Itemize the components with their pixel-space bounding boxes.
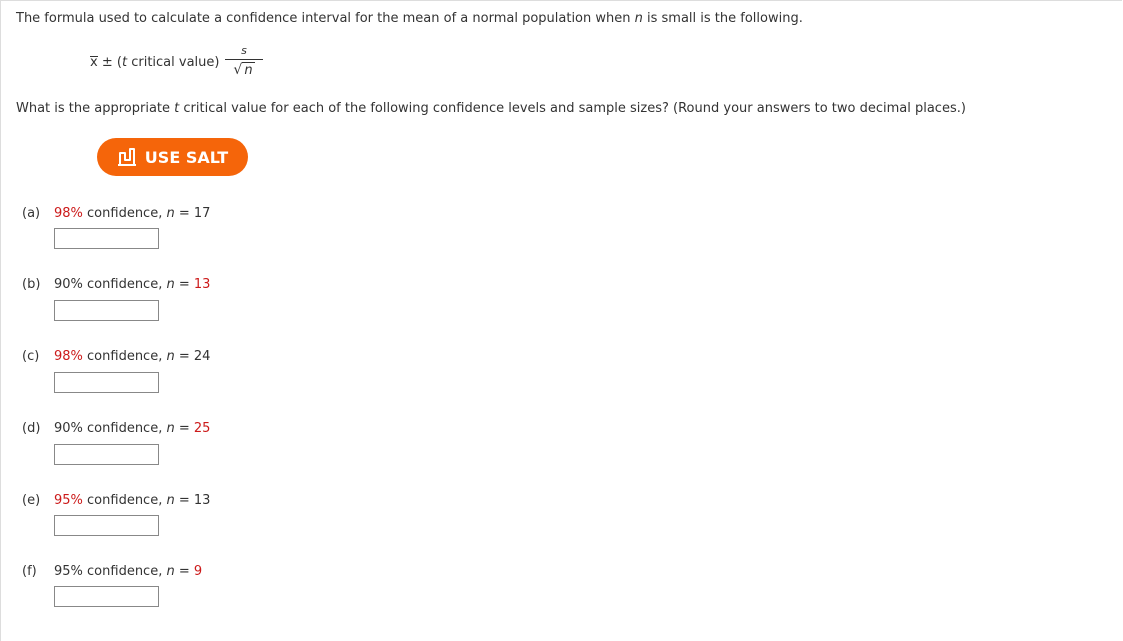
confidence-level: 98% (54, 349, 83, 364)
sample-size-value: 25 (193, 421, 211, 436)
answer-input[interactable] (54, 444, 159, 465)
sqrt-symbol: √ (233, 62, 243, 78)
part-letter: (d) (22, 421, 41, 436)
question-post: critical value for each of the following… (179, 101, 966, 116)
equals-sign: = (174, 564, 194, 579)
sample-size-value: 13 (193, 277, 211, 292)
sample-size-var: n (166, 493, 175, 508)
sample-size-var: n (166, 206, 175, 221)
use-salt-button[interactable]: USE SALT (97, 138, 248, 176)
xbar-symbol: x (90, 55, 98, 70)
confidence-text: confidence, (82, 277, 167, 292)
plus-minus-symbol: ± (101, 55, 113, 70)
confidence-level: 95% (54, 564, 83, 579)
question-part: (c) 98% confidence, n = 24 (22, 349, 210, 364)
answer-input[interactable] (54, 515, 159, 536)
question-part: (e) 95% confidence, n = 13 (22, 493, 210, 508)
confidence-level: 98% (54, 206, 83, 221)
part-letter: (e) (22, 493, 41, 508)
critical-value-text: critical value) (127, 55, 220, 70)
intro-text: The formula used to calculate a confiden… (16, 11, 803, 26)
formula-fraction: s √ n (225, 44, 263, 79)
sample-size-var: n (166, 349, 175, 364)
answer-input[interactable] (54, 372, 159, 393)
equals-sign: = (174, 349, 194, 364)
intro-post: is small is the following. (642, 11, 803, 26)
confidence-text: confidence, (82, 349, 167, 364)
sample-size-var: n (166, 277, 175, 292)
confidence-text: confidence, (82, 493, 167, 508)
formula-lhs: x ± (t critical value) (90, 55, 219, 70)
intro-pre: The formula used to calculate a confiden… (16, 11, 635, 26)
question-part: (b) 90% confidence, n = 13 (22, 277, 210, 292)
sample-size-var: n (166, 421, 175, 436)
question-text: What is the appropriate t critical value… (16, 101, 966, 116)
question-pre: What is the appropriate (16, 101, 175, 116)
answer-input[interactable] (54, 300, 159, 321)
equals-sign: = (174, 277, 194, 292)
equals-sign: = (174, 421, 194, 436)
equals-sign: = (174, 493, 194, 508)
salt-icon (117, 148, 136, 166)
confidence-text: confidence, (82, 564, 167, 579)
answer-input[interactable] (54, 586, 159, 607)
confidence-level: 90% (54, 421, 83, 436)
confidence-level: 95% (54, 493, 83, 508)
sample-size-value: 13 (193, 493, 211, 508)
fraction-bar (225, 59, 263, 60)
question-part: (f) 95% confidence, n = 9 (22, 564, 202, 579)
answer-input[interactable] (54, 228, 159, 249)
part-letter: (a) (22, 206, 41, 221)
confidence-text: confidence, (82, 206, 167, 221)
part-letter: (f) (22, 564, 37, 579)
intro-var: n (634, 11, 643, 26)
sqrt-radicand: n (242, 62, 255, 78)
question-part: (d) 90% confidence, n = 25 (22, 421, 210, 436)
sample-size-var: n (166, 564, 175, 579)
question-part: (a) 98% confidence, n = 17 (22, 206, 210, 221)
sample-size-value: 17 (193, 206, 211, 221)
part-letter: (c) (22, 349, 40, 364)
fraction-numerator: s (241, 44, 247, 57)
use-salt-label: USE SALT (144, 147, 229, 167)
sample-size-value: 24 (193, 349, 211, 364)
confidence-text: confidence, (82, 421, 167, 436)
page-frame (0, 0, 1122, 641)
fraction-denominator: √ n (225, 61, 263, 79)
sample-size-value: 9 (193, 564, 203, 579)
part-letter: (b) (22, 277, 41, 292)
confidence-level: 90% (54, 277, 83, 292)
equals-sign: = (174, 206, 194, 221)
